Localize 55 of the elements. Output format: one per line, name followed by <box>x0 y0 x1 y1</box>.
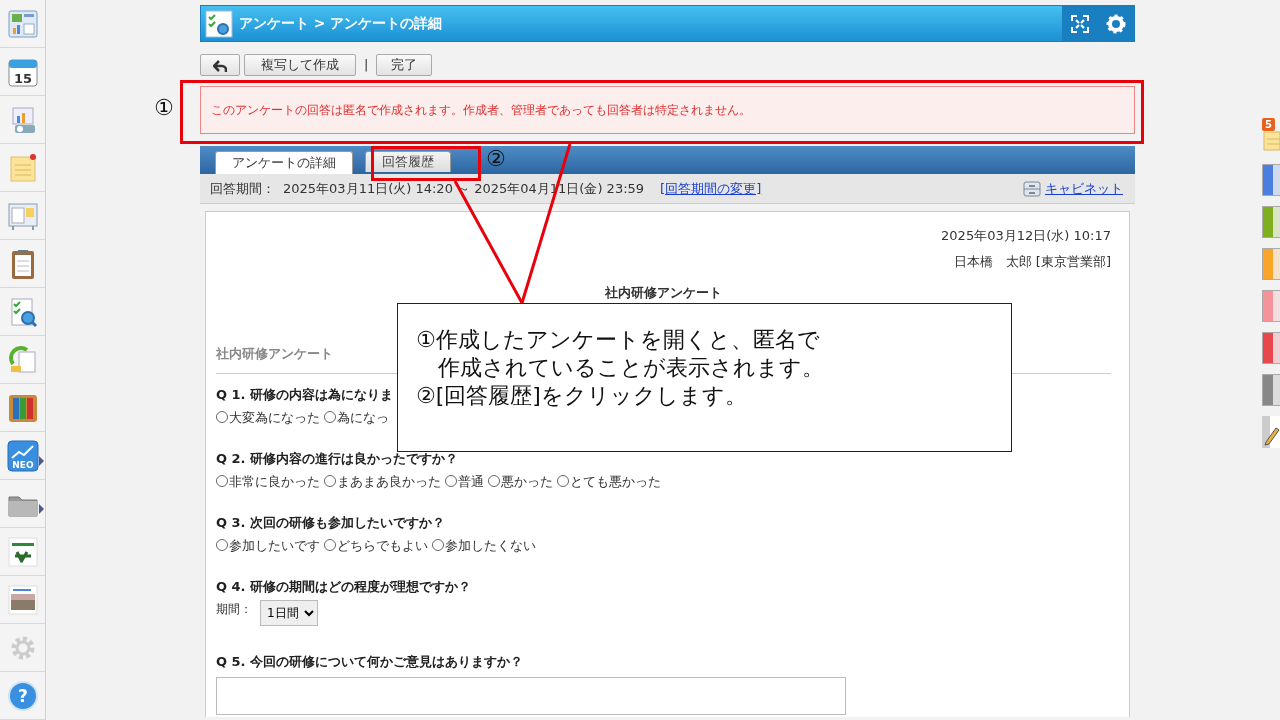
color-tab[interactable] <box>1262 290 1280 322</box>
callout-text: ②[回答履歴]をクリックします。 <box>416 382 748 410</box>
submenu-arrow-icon[interactable] <box>39 504 44 514</box>
option-label: とても悪かった <box>570 472 661 491</box>
option-label: 為になっ <box>337 408 389 427</box>
option-label: 参加したくない <box>445 536 536 555</box>
question-title: Q 5. 今回の研修について何かご意見はありますか？ <box>216 652 524 671</box>
question-title: Q 2. 研修内容の進行は良かったですか？ <box>216 450 459 468</box>
submenu-arrow-icon[interactable] <box>39 456 44 466</box>
survey-title: 社内研修アンケート <box>605 284 722 302</box>
cabinet-icon[interactable] <box>1023 180 1041 197</box>
survey-date: 2025年03月12日(水) 10:17 <box>940 227 1111 245</box>
expand-icon <box>1071 14 1089 33</box>
dashboard-icon[interactable] <box>6 7 39 40</box>
option-label: 参加したいです <box>229 536 320 555</box>
color-tab[interactable] <box>1262 332 1280 364</box>
cabinet-link[interactable]: キャビネット <box>1045 178 1123 199</box>
document-refresh-icon[interactable] <box>6 343 39 376</box>
copy-create-button[interactable]: 複写して作成 <box>244 54 356 76</box>
memo-count-badge: 5 <box>1262 118 1275 131</box>
toolbar-separator: | <box>364 56 369 75</box>
option-label: 普通 <box>458 472 484 491</box>
option-label: まあまあ良かった <box>337 472 441 491</box>
page-title: アンケート > アンケートの詳細 <box>239 14 443 33</box>
period-label: 回答期間： <box>210 179 275 198</box>
back-button[interactable] <box>200 54 240 76</box>
notice-message: このアンケートの回答は匿名で作成されます。作成者、管理者であっても回答者は特定されません。 <box>200 86 1135 134</box>
question-title: Q 4. 研修の期間はどの程度が理想ですか？ <box>216 578 472 596</box>
comment-field[interactable] <box>216 677 846 715</box>
question-title: Q 1. 研修の内容は為になりま <box>216 386 394 404</box>
color-tab[interactable] <box>1262 248 1280 280</box>
photo-thumbnail-icon[interactable] <box>6 583 39 616</box>
survey-icon <box>205 9 233 38</box>
settings-button[interactable] <box>1098 6 1134 41</box>
done-button[interactable]: 完了 <box>376 54 433 76</box>
color-tab[interactable] <box>1262 374 1280 406</box>
option-label: 大変為になった <box>229 408 320 427</box>
color-tab[interactable] <box>1262 164 1280 196</box>
back-arrow-icon <box>213 59 227 72</box>
question-title: Q 3. 次回の研修も参加したいですか？ <box>216 514 446 532</box>
settings-icon <box>1106 13 1126 34</box>
duration-select[interactable]: 1日間 <box>260 599 318 626</box>
option-label: どちらでもよい <box>337 536 428 555</box>
option-label: 非常に良かった <box>229 472 320 491</box>
change-period-link[interactable]: [回答期間の変更] <box>660 178 762 199</box>
option-label: 悪かった <box>501 472 553 491</box>
tab[interactable]: 回答履歴 <box>365 151 451 172</box>
pencil-icon[interactable] <box>1262 416 1280 448</box>
step-marker: ① <box>154 97 174 119</box>
color-tab[interactable] <box>1262 206 1280 238</box>
step-marker: ② <box>486 148 506 170</box>
tab[interactable]: アンケートの詳細 <box>215 151 353 174</box>
fullscreen-button[interactable] <box>1062 6 1098 41</box>
survey-author: 日本橋 太郎 [東京営業部] <box>952 252 1111 271</box>
field-label: 期間： <box>216 600 252 618</box>
